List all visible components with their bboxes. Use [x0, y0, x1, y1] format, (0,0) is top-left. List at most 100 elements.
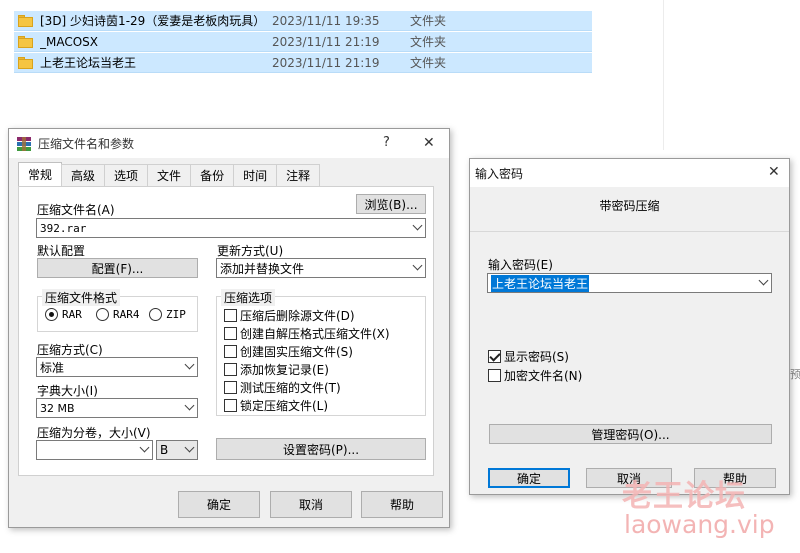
solid-checkbox[interactable]: 创建固实压缩文件(S)	[224, 343, 353, 360]
checkbox-icon	[224, 381, 237, 394]
chevron-down-icon[interactable]	[139, 442, 150, 453]
file-date: 2023/11/11 21:19	[272, 55, 380, 70]
file-type: 文件夹	[410, 14, 447, 28]
browse-button[interactable]: 浏览(B)...	[356, 194, 426, 214]
split-size-field[interactable]	[36, 440, 153, 460]
file-name: 上老王论坛当老王	[40, 56, 137, 70]
update-mode-label: 更新方式(U)	[217, 244, 284, 258]
chevron-down-icon[interactable]	[412, 220, 423, 231]
checkbox-icon	[224, 345, 237, 358]
set-password-button[interactable]: 设置密码(P)...	[216, 438, 426, 460]
show-password-label: 显示密码(S)	[504, 350, 569, 364]
chevron-down-icon[interactable]	[184, 359, 195, 370]
folder-icon	[18, 35, 34, 48]
dict-select[interactable]: 32 MB	[36, 398, 198, 418]
file-name: [3D] 少妇诗茵1-29（爱妻是老板肉玩具）	[40, 14, 266, 28]
test-label: 测试压缩的文件(T)	[240, 381, 341, 395]
tab-backup[interactable]: 备份	[190, 164, 235, 186]
file-date: 2023/11/11 21:19	[272, 34, 380, 49]
watermark-url: laowang.vip	[624, 510, 775, 539]
checkbox-checked-icon	[488, 350, 501, 363]
organize-passwords-button[interactable]: 管理密码(O)...	[489, 424, 772, 444]
format-zip-label: ZIP	[166, 308, 186, 321]
format-rar-radio[interactable]: RAR	[45, 308, 82, 321]
password-dialog-titlebar: 输入密码 ✕	[470, 159, 789, 187]
tab-general[interactable]: 常规	[18, 162, 63, 186]
archive-name-value: 392.rar	[40, 221, 87, 235]
checkbox-icon	[224, 399, 237, 412]
method-value: 标准	[40, 360, 65, 375]
update-mode-select[interactable]: 添加并替换文件	[216, 258, 426, 278]
password-dialog-separator	[470, 231, 789, 232]
password-dialog-title: 输入密码	[475, 166, 524, 181]
test-checkbox[interactable]: 测试压缩的文件(T)	[224, 379, 341, 396]
file-name: _MACOSX	[40, 34, 99, 49]
chevron-down-icon[interactable]	[758, 275, 769, 286]
dict-value: 32 MB	[40, 401, 75, 415]
split-unit-value: B	[160, 443, 169, 457]
lock-label: 锁定压缩文件(L)	[240, 399, 329, 413]
cancel-button[interactable]: 取消	[270, 491, 352, 518]
archive-dialog-title: 压缩文件名和参数	[38, 137, 135, 151]
profiles-button[interactable]: 配置(F)...	[37, 258, 198, 278]
format-rar4-radio[interactable]: RAR4	[96, 308, 140, 321]
file-row[interactable]: 上老王论坛当老王 2023/11/11 21:19 文件夹	[14, 53, 592, 73]
help-button[interactable]: 帮助	[361, 491, 443, 518]
file-type: 文件夹	[410, 56, 447, 70]
close-icon[interactable]: ✕	[423, 135, 435, 151]
solid-label: 创建固实压缩文件(S)	[240, 345, 353, 359]
folder-icon	[18, 56, 34, 69]
tab-files[interactable]: 文件	[147, 164, 192, 186]
chevron-down-icon[interactable]	[412, 260, 423, 271]
encrypt-names-checkbox[interactable]: 加密文件名(N)	[488, 367, 582, 384]
tab-bar: 常规 高级 选项 文件 备份 时间 注释	[18, 162, 321, 186]
lock-checkbox[interactable]: 锁定压缩文件(L)	[224, 397, 328, 414]
tab-comment[interactable]: 注释	[276, 164, 321, 186]
file-row[interactable]: [3D] 少妇诗茵1-29（爱妻是老板肉玩具） 2023/11/11 19:35…	[14, 11, 592, 31]
method-select[interactable]: 标准	[36, 357, 198, 377]
archive-name-field[interactable]: 392.rar	[36, 218, 426, 238]
archive-dialog-titlebar: 压缩文件名和参数 ? ✕	[9, 129, 449, 158]
ok-button[interactable]: 确定	[488, 468, 570, 488]
password-label: 输入密码(E)	[488, 258, 553, 272]
radio-icon	[96, 308, 109, 321]
recovery-label: 添加恢复记录(E)	[240, 363, 329, 377]
file-type: 文件夹	[410, 35, 447, 49]
format-zip-radio[interactable]: ZIP	[149, 308, 186, 321]
winrar-icon	[16, 136, 32, 152]
delete-after-label: 压缩后删除源文件(D)	[240, 309, 355, 323]
update-mode-value: 添加并替换文件	[220, 261, 305, 276]
dict-label: 字典大小(I)	[37, 384, 98, 398]
format-group-title: 压缩文件格式	[42, 289, 121, 306]
show-password-checkbox[interactable]: 显示密码(S)	[488, 348, 569, 365]
sfx-checkbox[interactable]: 创建自解压格式压缩文件(X)	[224, 325, 390, 342]
password-input[interactable]: 上老王论坛当老王	[487, 273, 772, 293]
delete-after-checkbox[interactable]: 压缩后删除源文件(D)	[224, 307, 355, 324]
recovery-checkbox[interactable]: 添加恢复记录(E)	[224, 361, 329, 378]
ok-button[interactable]: 确定	[178, 491, 260, 518]
method-label: 压缩方式(C)	[37, 343, 103, 357]
password-dialog-heading: 带密码压缩	[599, 199, 660, 213]
close-icon[interactable]: ✕	[768, 164, 780, 180]
password-value: 上老王论坛当老王	[491, 274, 590, 292]
tab-options[interactable]: 选项	[104, 164, 149, 186]
sfx-label: 创建自解压格式压缩文件(X)	[240, 327, 390, 341]
tab-time[interactable]: 时间	[233, 164, 278, 186]
password-dialog: 输入密码 ✕ 带密码压缩 输入密码(E) 上老王论坛当老王 显示密码(S) 加密…	[469, 158, 790, 495]
help-icon[interactable]: ?	[383, 135, 390, 150]
checkbox-icon	[224, 363, 237, 376]
column-divider	[663, 0, 664, 150]
file-row[interactable]: _MACOSX 2023/11/11 21:19 文件夹	[14, 32, 592, 52]
tab-advanced[interactable]: 高级	[61, 164, 106, 186]
chevron-down-icon[interactable]	[184, 400, 195, 411]
chevron-down-icon[interactable]	[184, 442, 195, 453]
options-group-title: 压缩选项	[221, 289, 276, 306]
split-unit-select[interactable]: B	[156, 440, 198, 460]
radio-selected-icon	[45, 308, 58, 321]
watermark-text: 老王论坛	[622, 479, 746, 514]
checkbox-icon	[224, 327, 237, 340]
stray-text: 预	[790, 368, 800, 381]
split-label: 压缩为分卷，大小(V)	[37, 426, 151, 440]
default-profile-label: 默认配置	[37, 244, 86, 258]
encrypt-names-label: 加密文件名(N)	[504, 369, 583, 383]
